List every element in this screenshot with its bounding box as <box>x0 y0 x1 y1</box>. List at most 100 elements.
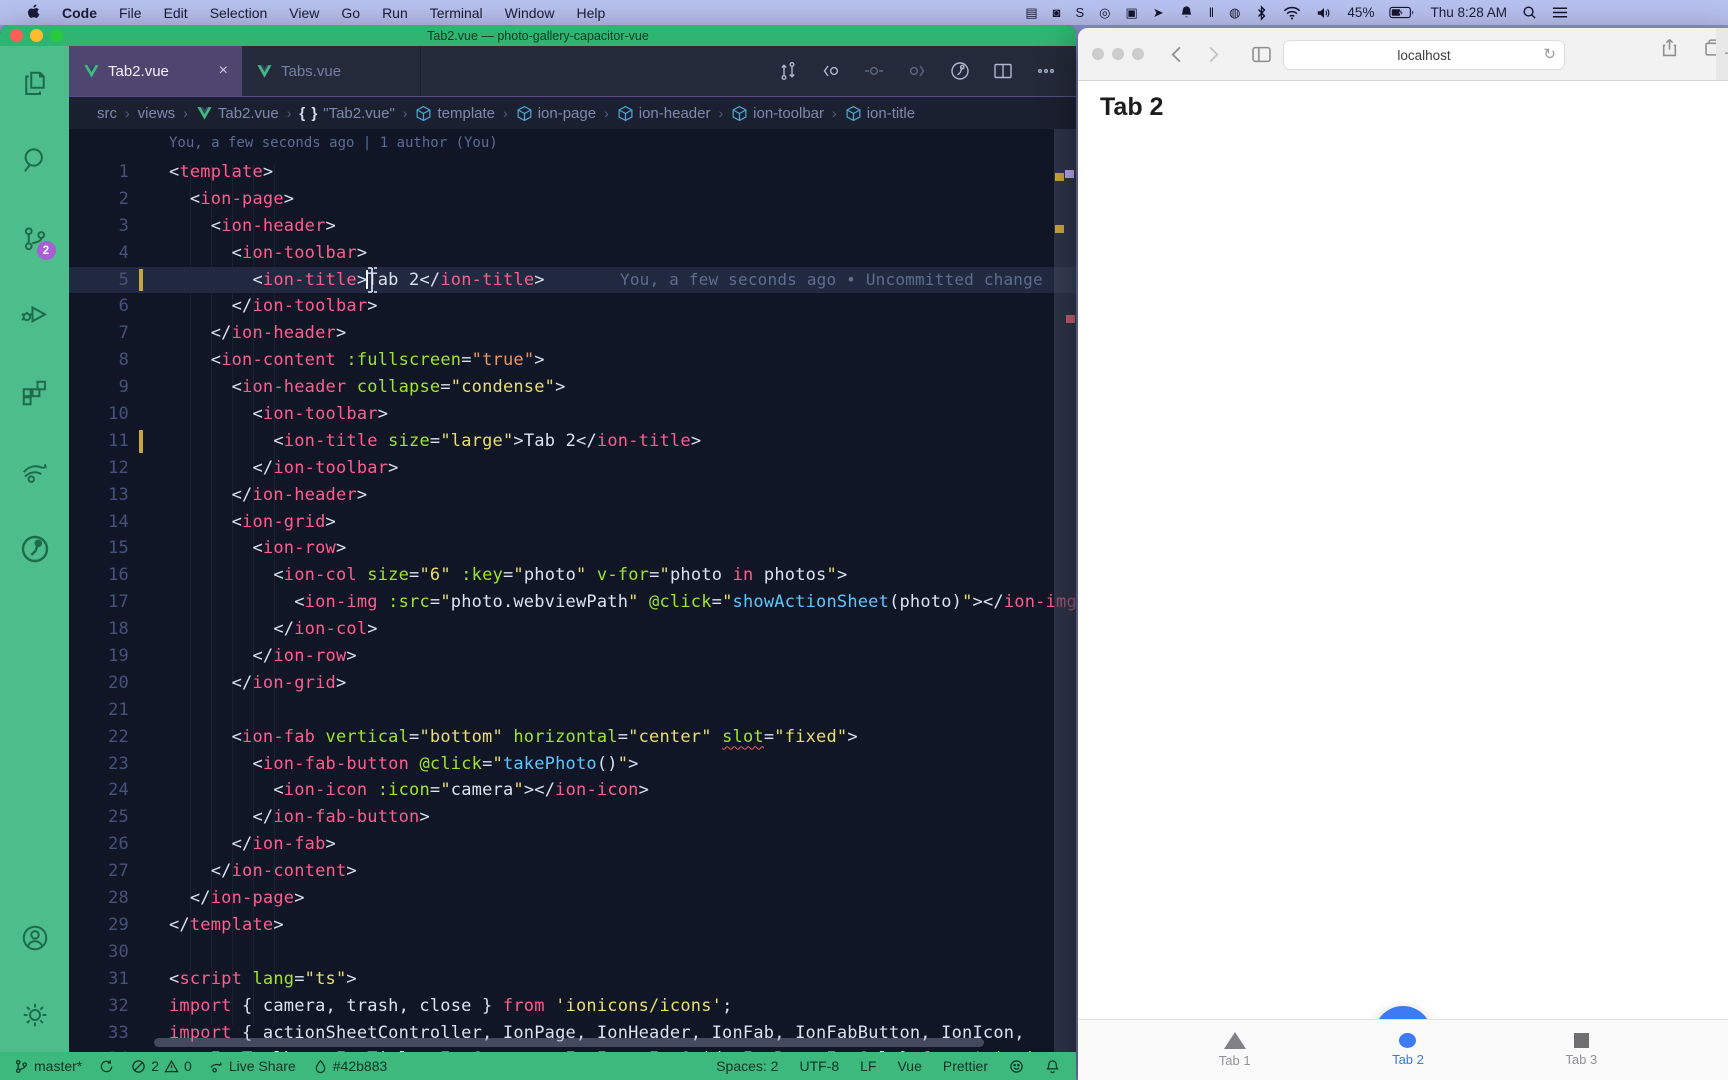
minimize-window-button[interactable] <box>1112 48 1124 60</box>
search-icon[interactable] <box>20 145 50 175</box>
forward-button[interactable] <box>1203 45 1222 64</box>
navigate-back-icon[interactable] <box>821 61 841 81</box>
code-line[interactable]: 19 </ion-row> <box>69 643 1076 670</box>
code-line[interactable]: 26 </ion-fab> <box>69 831 1076 858</box>
editor-scrollbar[interactable] <box>1054 129 1076 1052</box>
breadcrumb-item[interactable]: src <box>97 105 117 122</box>
breadcrumb-item[interactable]: ion-toolbar <box>731 105 824 122</box>
address-bar[interactable]: localhost ↻ <box>1283 40 1565 70</box>
code-line[interactable]: 30 <box>69 939 1076 966</box>
explorer-icon[interactable] <box>20 69 50 99</box>
navigate-dot-icon[interactable] <box>864 61 884 81</box>
code-line[interactable]: 6 </ion-toolbar> <box>69 293 1076 320</box>
code-line[interactable]: 10 <ion-toolbar> <box>69 401 1076 428</box>
zoom-window-button[interactable] <box>1132 48 1144 60</box>
live-share-status[interactable]: Live Share <box>209 1058 296 1074</box>
volume-icon[interactable] <box>1316 6 1332 20</box>
warnings-icon[interactable] <box>164 1059 179 1074</box>
language-status[interactable]: Vue <box>897 1058 921 1074</box>
editor-tab-Tabs.vue[interactable]: Tabs.vue <box>242 46 421 96</box>
activity-gear-button[interactable] <box>18 998 52 1032</box>
activity-scm-button[interactable]: 2 <box>18 223 52 257</box>
extensions-icon[interactable] <box>20 378 50 408</box>
breadcrumb-item[interactable]: Tab2.vue <box>196 105 279 122</box>
menu-bar-app-icon[interactable]: ‖ <box>1209 6 1214 19</box>
breadcrumb-item[interactable]: ion-title <box>845 105 915 122</box>
code-line[interactable]: 29</template> <box>69 912 1076 939</box>
eol-status[interactable]: LF <box>860 1058 876 1074</box>
encoding-status[interactable]: UTF-8 <box>799 1058 839 1074</box>
code-line[interactable]: 28 </ion-page> <box>69 885 1076 912</box>
breadcrumb-item[interactable]: { }"Tab2.vue" <box>299 105 394 122</box>
menu-bar-app-icon[interactable]: ▣ <box>1126 6 1138 19</box>
activity-lever-button[interactable] <box>18 532 52 566</box>
breadcrumb-item[interactable]: ion-header <box>617 105 711 122</box>
git-branch-icon[interactable] <box>14 1059 29 1074</box>
code-line[interactable]: 3 <ion-header> <box>69 213 1076 240</box>
activity-debug-button[interactable] <box>18 298 52 332</box>
activity-account-button[interactable] <box>18 921 52 955</box>
breadcrumb[interactable]: src›views›Tab2.vue›{ }"Tab2.vue"›templat… <box>69 97 1076 129</box>
code-line[interactable]: 16 <ion-col size="6" :key="photo" v-for=… <box>69 562 1076 589</box>
menu-bar-app-icon[interactable]: ◎ <box>1099 6 1110 19</box>
code-line[interactable]: 12 </ion-toolbar> <box>69 455 1076 482</box>
ion-tab-tab2[interactable]: Tab 2 <box>1321 1020 1494 1080</box>
split-editor-icon[interactable] <box>993 61 1013 81</box>
code-line[interactable]: 22 <ion-fab vertical="bottom" horizontal… <box>69 724 1076 751</box>
compare-changes-icon[interactable] <box>778 61 798 81</box>
code-line[interactable]: 5 <ion-title>Tab 2</ion-title>You, a few… <box>69 267 1076 294</box>
errors-icon[interactable] <box>131 1059 146 1074</box>
code-line[interactable]: 8 <ion-content :fullscreen="true"> <box>69 347 1076 374</box>
menu-selection[interactable]: Selection <box>199 5 279 21</box>
notifications-bell-icon[interactable] <box>1045 1059 1060 1074</box>
ion-tab-tab1[interactable]: Tab 1 <box>1148 1020 1321 1080</box>
live-share-icon[interactable] <box>20 456 50 486</box>
vscode-title-bar[interactable]: Tab2.vue — photo-gallery-capacitor-vue <box>0 25 1076 46</box>
menu-bar-app-icon[interactable]: ◙ <box>1053 6 1061 19</box>
sync-icon[interactable] <box>99 1059 114 1074</box>
problems-status[interactable]: 20 <box>131 1058 192 1074</box>
sidebar-icon[interactable] <box>1252 45 1271 64</box>
horizontal-scrollbar[interactable] <box>154 1038 984 1047</box>
minimize-window-button[interactable] <box>30 29 43 42</box>
live-share-status-icon[interactable] <box>209 1059 224 1074</box>
menu-bar-clock[interactable]: Thu 8:28 AM <box>1430 5 1507 20</box>
share-icon[interactable] <box>1660 38 1679 57</box>
navigate-forward-icon[interactable] <box>907 61 927 81</box>
formatter-status[interactable]: Prettier <box>943 1058 988 1074</box>
code-editor[interactable]: You, a few seconds ago | 1 author (You) … <box>69 129 1076 1052</box>
breadcrumb-item[interactable]: template <box>415 105 495 122</box>
menu-run[interactable]: Run <box>371 5 419 21</box>
menu-go[interactable]: Go <box>330 5 371 21</box>
code-line[interactable]: 4 <ion-toolbar> <box>69 240 1076 267</box>
code-line[interactable]: 17 <ion-img :src="photo.webviewPath" @cl… <box>69 589 1076 616</box>
close-tab-icon[interactable]: × <box>219 62 228 80</box>
code-line[interactable]: 25 </ion-fab-button> <box>69 804 1076 831</box>
code-line[interactable]: 27 </ion-content> <box>69 858 1076 885</box>
feedback-status[interactable] <box>1009 1059 1024 1074</box>
close-window-button[interactable] <box>10 29 23 42</box>
code-line[interactable]: 14 <ion-grid> <box>69 509 1076 536</box>
sync-status[interactable] <box>99 1059 114 1074</box>
code-line[interactable]: 20 </ion-grid> <box>69 670 1076 697</box>
apple-menu-icon[interactable] <box>14 4 51 21</box>
menu-help[interactable]: Help <box>565 5 616 21</box>
breadcrumb-item[interactable]: ion-page <box>516 105 596 122</box>
feedback-smiley-icon[interactable] <box>1009 1059 1024 1074</box>
reload-icon[interactable]: ↻ <box>1543 45 1556 63</box>
editor-tab-Tab2.vue[interactable]: Tab2.vue× <box>69 46 242 96</box>
indent-status[interactable]: Spaces: 2 <box>716 1058 778 1074</box>
code-line[interactable]: 15 <ion-row> <box>69 535 1076 562</box>
menu-code[interactable]: Code <box>51 5 108 21</box>
menu-view[interactable]: View <box>278 5 330 21</box>
menu-file[interactable]: File <box>108 5 153 21</box>
run-lever-icon[interactable] <box>20 534 50 564</box>
ion-tab-tab3[interactable]: Tab 3 <box>1495 1020 1668 1080</box>
code-line[interactable]: 2 <ion-page> <box>69 186 1076 213</box>
wifi-icon[interactable] <box>1283 6 1301 20</box>
codelens-annotation[interactable]: You, a few seconds ago | 1 author (You) <box>169 135 498 151</box>
git-branch-status[interactable]: master* <box>14 1058 82 1074</box>
menu-bar-app-icon[interactable]: ➤ <box>1153 6 1164 19</box>
activity-liveshare-button[interactable] <box>18 454 52 488</box>
menu-bar-app-icon[interactable]: ▤ <box>1025 6 1037 19</box>
